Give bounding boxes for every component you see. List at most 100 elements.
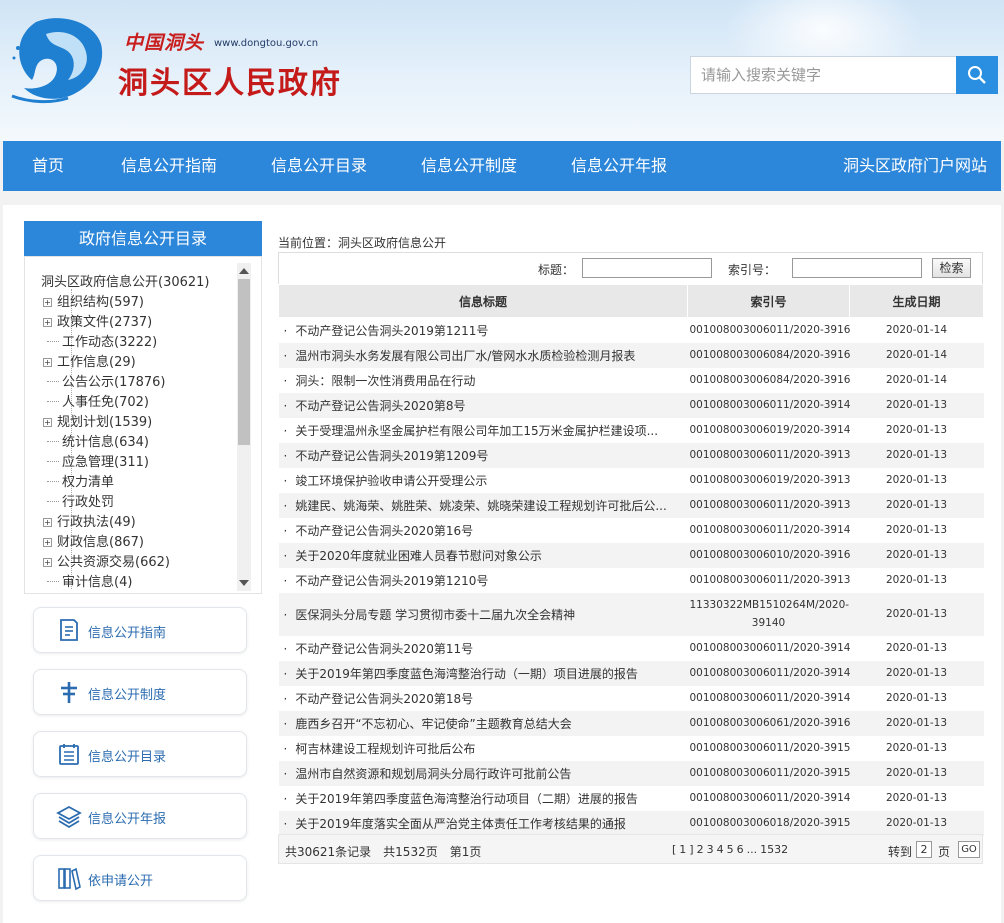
tree-item[interactable]: + 政策文件(2737) bbox=[43, 311, 152, 330]
row-title[interactable]: 关于2019年度落实全面从严治党主体责任工作考核结果的通报 bbox=[278, 810, 688, 836]
site-title[interactable]: 洞头区人民政府 bbox=[118, 58, 342, 102]
row-title[interactable]: 关于受理温州永坚金属护栏有限公司年加工15万米金属护栏建设项... bbox=[279, 418, 688, 443]
row-title[interactable]: 鹿西乡召开“不忘初心、牢记使命”主题教育总结大会 bbox=[278, 710, 688, 736]
table-row[interactable]: 竣工环境保护验收申请公开受理公示001008003006019/2020-391… bbox=[279, 468, 984, 493]
card-annual[interactable]: 信息公开年报 bbox=[33, 793, 247, 839]
card-guide[interactable]: 信息公开指南 bbox=[33, 607, 247, 653]
nav-home[interactable]: 首页 bbox=[32, 141, 64, 191]
row-title[interactable]: 不动产登记公告洞头2019第1210号 bbox=[279, 568, 688, 593]
search-button[interactable] bbox=[956, 56, 998, 94]
row-date: 2020-01-13 bbox=[885, 642, 948, 654]
pager-link[interactable]: 5 bbox=[727, 843, 734, 856]
row-title[interactable]: 温州市自然资源和规划局洞头分局行政许可批前公告 bbox=[278, 760, 688, 786]
search-filter-button[interactable]: 检索 bbox=[932, 258, 971, 278]
table-row[interactable]: 关于2019年度落实全面从严治党主体责任工作考核结果的通报00100800300… bbox=[278, 810, 984, 836]
row-title[interactable]: 柯吉林建设工程规划许可批后公布 bbox=[279, 736, 688, 761]
row-title[interactable]: 不动产登记公告洞头2020第16号 bbox=[279, 518, 688, 543]
table-row[interactable]: 不动产登记公告洞头2019第1210号001008003006011/2020-… bbox=[279, 568, 984, 593]
table-row[interactable]: 关于2020年度就业困难人员春节慰问对象公示001008003006010/20… bbox=[278, 542, 984, 568]
table-row[interactable]: 关于2019年第四季度蓝色海湾整治行动项目（二期）进展的报告0010080030… bbox=[279, 786, 984, 811]
index-filter-input[interactable] bbox=[792, 258, 922, 278]
table-row[interactable]: 不动产登记公告洞头2020第16号001008003006011/2020-39… bbox=[279, 518, 984, 543]
row-title[interactable]: 不动产登记公告洞头2020第11号 bbox=[279, 636, 688, 661]
rule-icon bbox=[61, 682, 77, 703]
pager-link[interactable]: 2 bbox=[697, 843, 704, 856]
scroll-thumb[interactable] bbox=[238, 279, 250, 445]
card-system[interactable]: 信息公开制度 bbox=[33, 669, 247, 715]
table-row[interactable]: 不动产登记公告洞头2020第8号001008003006011/2020-391… bbox=[278, 392, 984, 418]
search-icon bbox=[968, 66, 986, 84]
table-row[interactable]: 柯吉林建设工程规划许可批后公布001008003006011/2020-3915… bbox=[279, 736, 984, 761]
tree-item[interactable]: 人事任免(702) bbox=[47, 391, 149, 410]
row-index: 001008003006084/2020-39165 bbox=[689, 374, 850, 386]
tree-item[interactable]: 工作动态(3222) bbox=[47, 331, 157, 350]
expand-icon[interactable]: + bbox=[43, 518, 52, 527]
row-title[interactable]: 医保洞头分局专题 学习贯彻市委十二届九次全会精神 bbox=[278, 592, 688, 636]
pager-link[interactable]: 1532 bbox=[760, 843, 788, 856]
nav-portal[interactable]: 洞头区政府门户网站 bbox=[843, 141, 987, 191]
card-catalog[interactable]: 信息公开目录 bbox=[33, 731, 247, 777]
tree-item[interactable]: + 组织结构(597) bbox=[43, 291, 144, 310]
expand-icon[interactable]: + bbox=[43, 558, 52, 567]
expand-icon[interactable]: + bbox=[43, 358, 52, 367]
table-row[interactable]: 不动产登记公告洞头2019第1209号001008003006011/2020-… bbox=[278, 442, 984, 468]
tree-scrollbar[interactable] bbox=[237, 263, 251, 591]
table-row[interactable]: 医保洞头分局专题 学习贯彻市委十二届九次全会精神11330322MB151026… bbox=[278, 592, 984, 636]
row-title[interactable]: 关于2019年第四季度蓝色海湾整治行动项目（二期）进展的报告 bbox=[279, 786, 688, 811]
tree-item[interactable]: + 行政执法(49) bbox=[43, 511, 136, 530]
row-title[interactable]: 关于2019年第四季度蓝色海湾整治行动（一期）项目进展的报告 bbox=[278, 660, 688, 686]
scroll-down-icon[interactable] bbox=[239, 580, 249, 586]
tree-branch-line bbox=[47, 461, 59, 462]
row-title[interactable]: 竣工环境保护验收申请公开受理公示 bbox=[279, 468, 688, 493]
nav-system[interactable]: 信息公开制度 bbox=[421, 141, 517, 191]
table-row[interactable]: 关于2019年第四季度蓝色海湾整治行动（一期）项目进展的报告0010080030… bbox=[278, 660, 984, 686]
table-row[interactable]: 温州市洞头水务发展有限公司出厂水/管网水水质检验检测月报表00100800300… bbox=[278, 342, 984, 368]
nav-catalog[interactable]: 信息公开目录 bbox=[271, 141, 367, 191]
expand-icon[interactable]: + bbox=[43, 298, 52, 307]
tree-item[interactable]: + 规划计划(1539) bbox=[43, 411, 152, 430]
pager-page-suffix: 页 bbox=[938, 845, 951, 859]
table-row[interactable]: 温州市自然资源和规划局洞头分局行政许可批前公告001008003006011/2… bbox=[278, 760, 984, 786]
nav-guide[interactable]: 信息公开指南 bbox=[121, 141, 217, 191]
pager-link[interactable]: 1 bbox=[679, 843, 686, 856]
row-title[interactable]: 不动产登记公告洞头2019第1209号 bbox=[278, 442, 688, 468]
row-title[interactable]: 温州市洞头水务发展有限公司出厂水/管网水水质检验检测月报表 bbox=[278, 342, 688, 368]
pager-link[interactable]: 3 bbox=[707, 843, 714, 856]
table-row[interactable]: 不动产登记公告洞头2020第18号001008003006011/2020-39… bbox=[279, 686, 984, 711]
search-input[interactable]: 请输入搜索关键字 bbox=[690, 56, 958, 94]
tree-item[interactable]: 审计信息(4) bbox=[47, 571, 132, 590]
table-row[interactable]: 不动产登记公告洞头2020第11号001008003006011/2020-39… bbox=[279, 636, 984, 661]
pager-page-input[interactable]: 2 bbox=[916, 841, 932, 858]
expand-icon[interactable]: + bbox=[43, 538, 52, 547]
tree-item[interactable]: 公告公示(17876) bbox=[47, 371, 166, 390]
pager-go-button[interactable]: GO bbox=[958, 841, 980, 858]
table-row[interactable]: 姚建民、姚海荣、姚胜荣、姚凌荣、姚晓荣建设工程规划许可批后公...0010080… bbox=[278, 492, 984, 518]
nav-annual-report[interactable]: 信息公开年报 bbox=[571, 141, 667, 191]
table-row[interactable]: 关于受理温州永坚金属护栏有限公司年加工15万米金属护栏建设项...0010080… bbox=[279, 418, 984, 443]
card-apply[interactable]: 依申请公开 bbox=[33, 855, 247, 901]
tree-item[interactable]: 应急管理(311) bbox=[47, 451, 149, 470]
expand-icon[interactable]: + bbox=[43, 318, 52, 327]
table-row[interactable]: 不动产登记公告洞头2019第1211号001008003006011/2020-… bbox=[279, 318, 984, 343]
row-title[interactable]: 不动产登记公告洞头2020第18号 bbox=[279, 686, 688, 711]
row-title[interactable]: 关于2020年度就业困难人员春节慰问对象公示 bbox=[278, 542, 688, 568]
row-title[interactable]: 姚建民、姚海荣、姚胜荣、姚凌荣、姚晓荣建设工程规划许可批后公... bbox=[278, 492, 688, 518]
expand-icon[interactable]: + bbox=[43, 418, 52, 427]
tree-item[interactable]: + 公共资源交易(662) bbox=[43, 551, 170, 570]
tree-item[interactable]: 权力清单 bbox=[47, 471, 114, 490]
logo-icon[interactable] bbox=[6, 14, 106, 106]
tree-item[interactable]: 洞头区政府信息公开(30621) bbox=[41, 271, 210, 290]
pager-link[interactable]: 4 bbox=[717, 843, 724, 856]
tree-item[interactable]: + 工作信息(29) bbox=[43, 351, 136, 370]
scroll-up-icon[interactable] bbox=[239, 268, 249, 274]
tree-item[interactable]: 统计信息(634) bbox=[47, 431, 149, 450]
tree-item[interactable]: 行政处罚 bbox=[47, 491, 114, 510]
tree-item[interactable]: + 财政信息(867) bbox=[43, 531, 144, 550]
row-title[interactable]: 不动产登记公告洞头2020第8号 bbox=[278, 392, 688, 418]
table-row[interactable]: 鹿西乡召开“不忘初心、牢记使命”主题教育总结大会001008003006061/… bbox=[278, 710, 984, 736]
row-title[interactable]: 洞头：限制一次性消费用品在行动 bbox=[279, 368, 688, 393]
row-title[interactable]: 不动产登记公告洞头2019第1211号 bbox=[279, 318, 688, 343]
pager-link[interactable]: 6 bbox=[737, 843, 744, 856]
title-filter-input[interactable] bbox=[582, 258, 712, 278]
table-row[interactable]: 洞头：限制一次性消费用品在行动001008003006084/2020-3916… bbox=[279, 368, 984, 393]
